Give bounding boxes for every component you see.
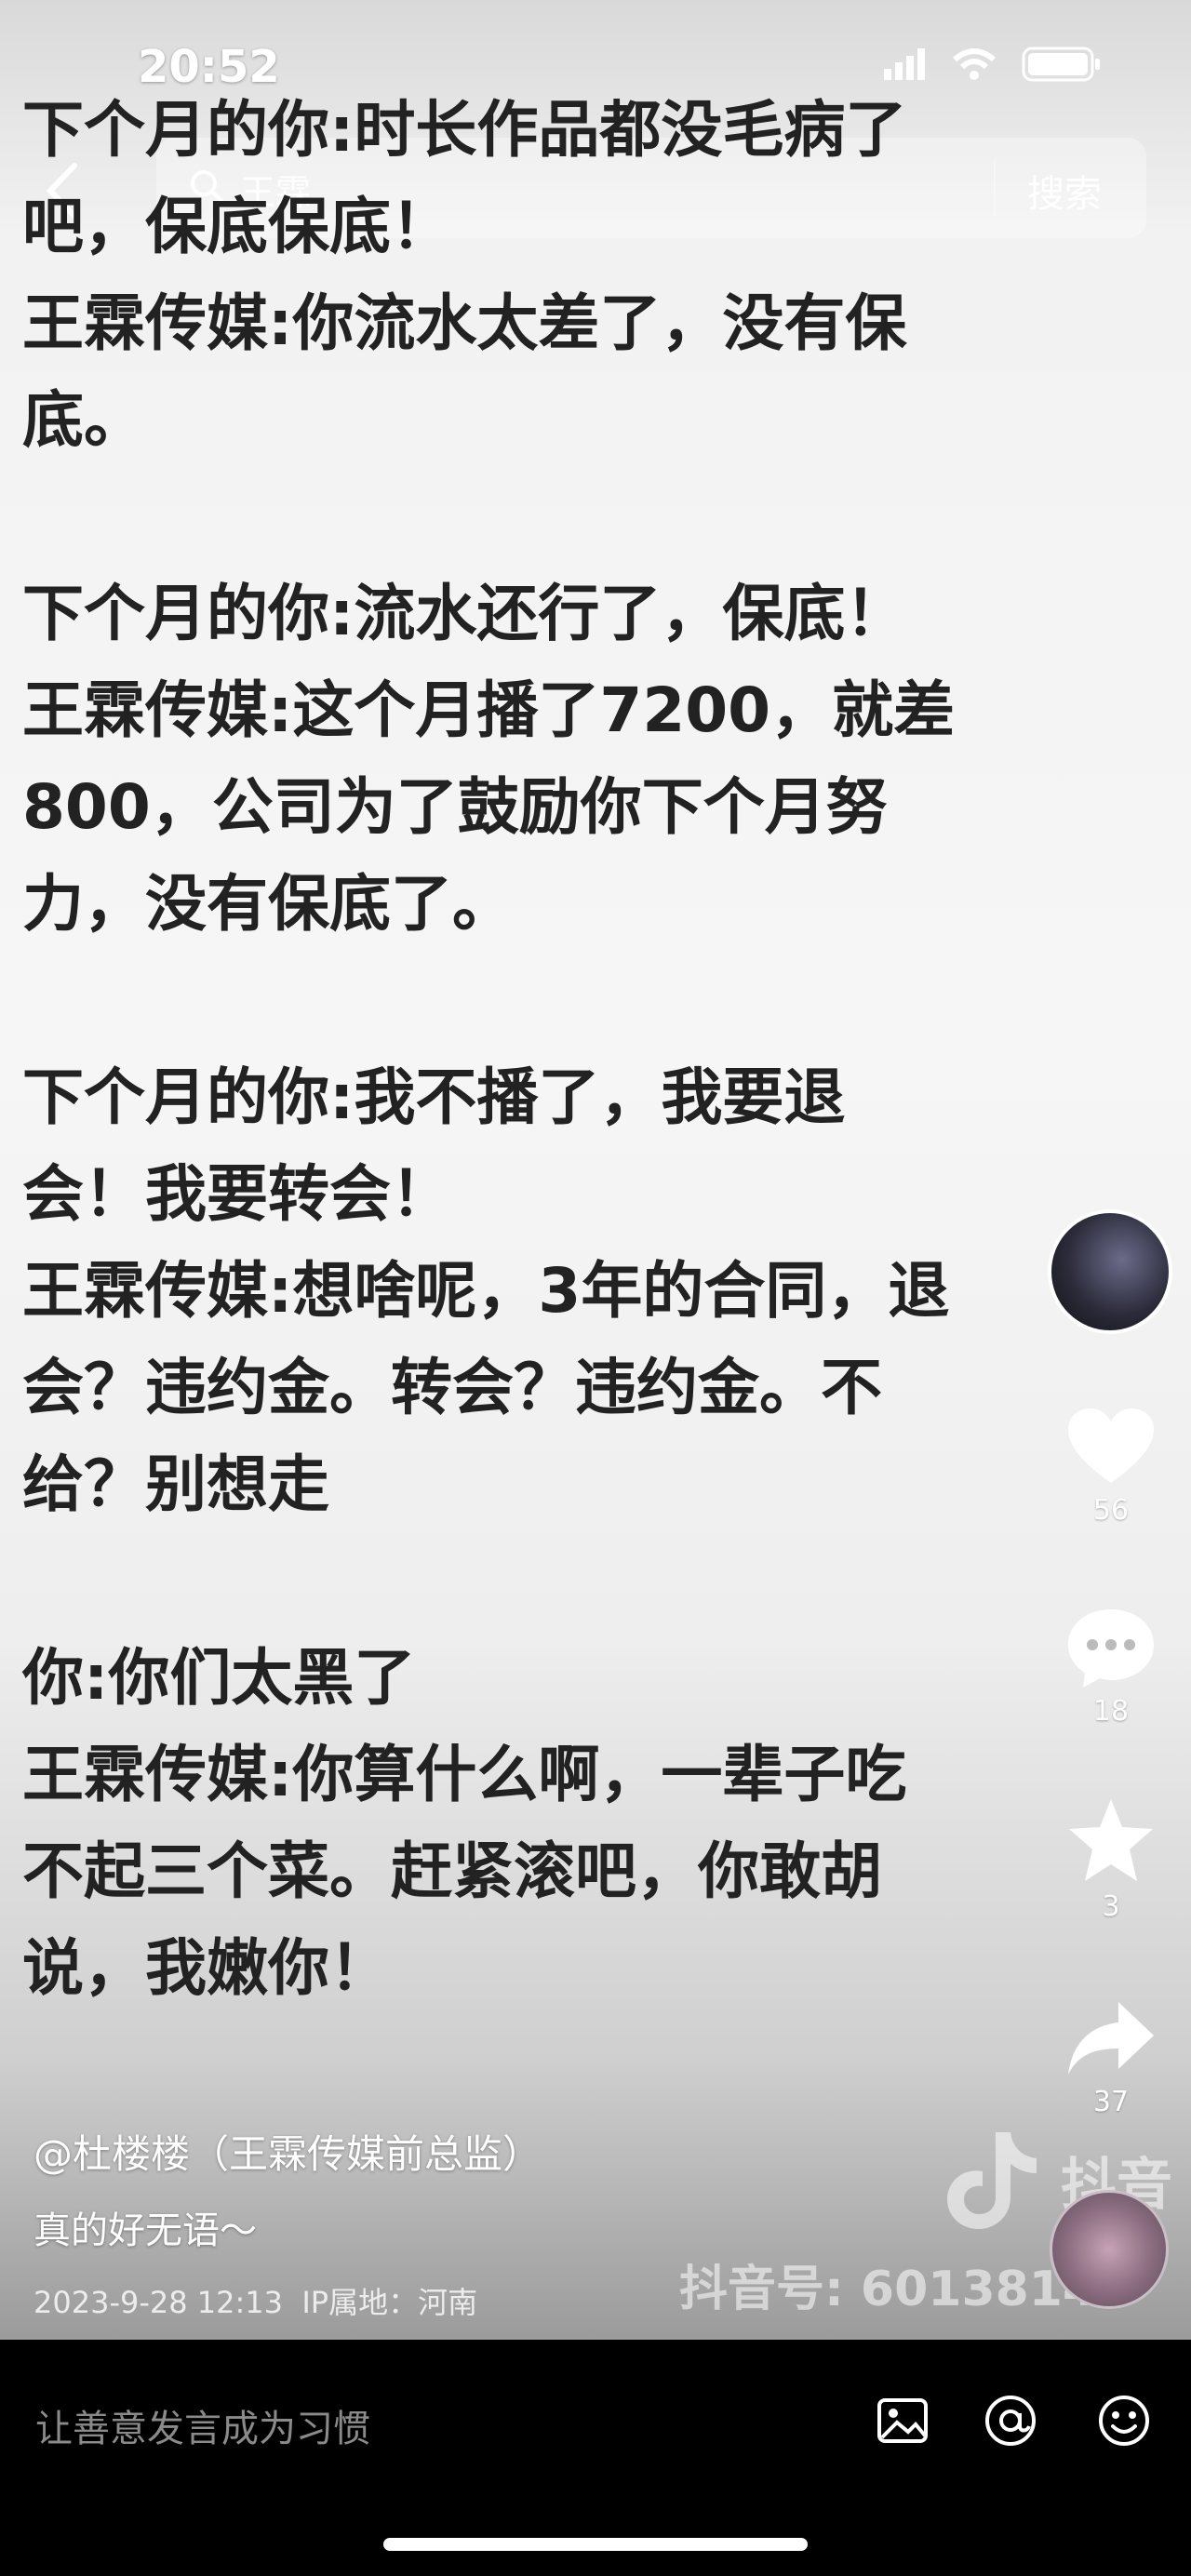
wifi-icon	[953, 48, 996, 80]
share-icon	[1068, 2002, 1154, 2075]
comment-icon	[1068, 1609, 1154, 1688]
at-icon[interactable]	[983, 2393, 1038, 2449]
share-count: 37	[1092, 2086, 1130, 2118]
douyin-logo-icon	[947, 2132, 1037, 2229]
emoji-icon[interactable]	[1096, 2393, 1152, 2449]
author-avatar[interactable]	[1048, 1209, 1172, 1334]
share-button[interactable]: 37	[1046, 1996, 1176, 2118]
comment-button[interactable]: 18	[1046, 1606, 1176, 1728]
music-disc[interactable]	[1050, 2190, 1169, 2309]
status-icons	[884, 47, 1102, 82]
heart-icon	[1068, 1408, 1154, 1483]
video-caption: 真的好无语～	[33, 2209, 257, 2252]
battery-icon	[1022, 47, 1100, 82]
post-ip: IP属地：河南	[301, 2285, 478, 2320]
post-meta: 2023-9-28 12:13 IP属地：河南	[33, 2279, 477, 2322]
signal-icon	[884, 48, 925, 80]
like-count: 56	[1092, 1494, 1130, 1527]
author-name[interactable]: @杜楼楼（王霖传媒前总监）	[33, 2123, 542, 2180]
post-text: 下个月的你:时长作品都没毛病了 吧，保底保底！ 王霖传媒:你流水太差了，没有保 …	[22, 94, 956, 2004]
like-button[interactable]: 56	[1046, 1405, 1176, 1527]
post-date: 2023-9-28 12:13	[33, 2285, 283, 2320]
comment-input[interactable]: 让善意发言成为习惯	[35, 2398, 370, 2452]
favorite-count: 3	[1102, 1890, 1120, 1923]
comment-count: 18	[1092, 1695, 1130, 1728]
favorite-button[interactable]: 3	[1046, 1795, 1176, 1923]
star-icon	[1069, 1799, 1153, 1881]
image-icon[interactable]	[875, 2393, 930, 2449]
home-indicator[interactable]	[383, 2538, 808, 2551]
